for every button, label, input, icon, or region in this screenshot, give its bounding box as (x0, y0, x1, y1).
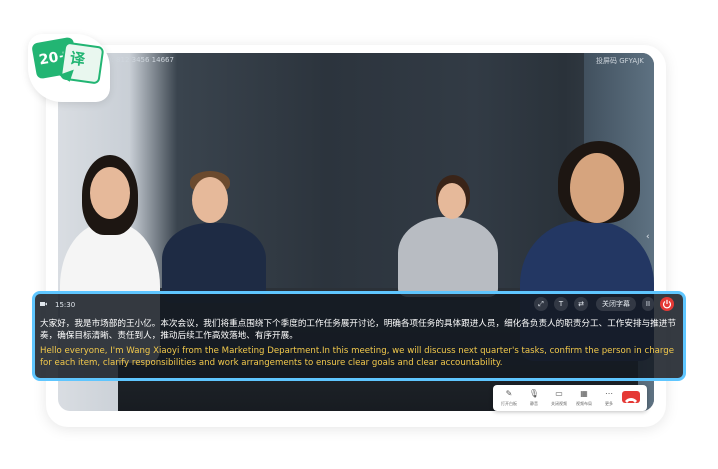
chevron-left-icon[interactable]: ‹ (646, 232, 650, 242)
power-icon[interactable] (660, 297, 674, 311)
video-camera-icon (40, 302, 47, 306)
participant-face (438, 183, 466, 219)
badge-translate-char: 译 (68, 49, 87, 69)
video-icon: ▭ (555, 389, 563, 398)
more-icon: ⋯ (605, 389, 613, 398)
more-label: 更多 (605, 401, 613, 406)
expand-icon[interactable]: ⤢ (534, 297, 548, 311)
pause-icon[interactable]: II (642, 297, 654, 311)
participant-woman-right (398, 217, 498, 297)
whiteboard-icon: ✎ (505, 389, 513, 398)
font-size-icon[interactable]: T (554, 297, 568, 311)
participant-face (570, 153, 624, 223)
meeting-id: ID: 812 3456 14667 (104, 56, 174, 64)
microphone-icon: 🎙 (528, 389, 540, 398)
hangup-icon[interactable] (622, 391, 640, 403)
subtitle-chinese: 大家好，我是市场部的王小亿。本次会议，我们将重点围绕下个季度的工作任务展开讨论，… (40, 319, 676, 341)
translate-icon[interactable]: ⇄ (574, 297, 588, 311)
layout-icon: ▦ (580, 389, 588, 398)
share-code: 投屏码 GFYAJK (596, 57, 644, 65)
elapsed-time: 15:30 (55, 301, 76, 309)
participant-face (192, 177, 228, 223)
close-subtitles-button[interactable]: 关闭字幕 (596, 297, 636, 311)
more-button[interactable]: ⋯ 更多 (597, 387, 621, 409)
participant-face (90, 167, 130, 219)
subtitle-english: Hello everyone, I'm Wang Xiaoyi from the… (40, 346, 675, 368)
